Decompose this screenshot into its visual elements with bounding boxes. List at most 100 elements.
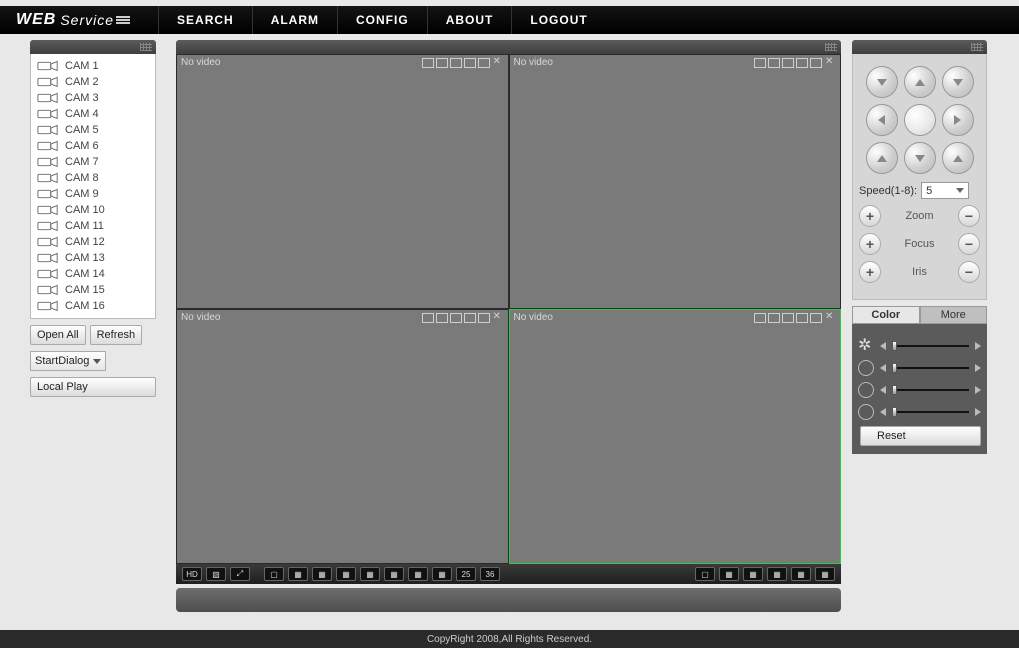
- toolbar-fullscreen-icon[interactable]: ⤢: [230, 567, 250, 581]
- focus-in-button[interactable]: +: [859, 233, 881, 255]
- video-tile-active[interactable]: No video: [509, 309, 842, 564]
- layout-4-icon[interactable]: ▦: [288, 567, 308, 581]
- toolbar-quality-icon[interactable]: ▧: [206, 567, 226, 581]
- ptz-right-button[interactable]: [942, 104, 974, 136]
- camera-item[interactable]: CAM 2: [31, 74, 155, 90]
- tile-control-icon[interactable]: [768, 313, 780, 323]
- close-tile-icon[interactable]: [492, 313, 504, 323]
- tile-control-icon[interactable]: [782, 313, 794, 323]
- video-tile[interactable]: No video: [509, 54, 842, 309]
- tile-control-icon[interactable]: [478, 58, 490, 68]
- speed-select[interactable]: 5: [921, 182, 969, 199]
- saturation-slider[interactable]: [892, 389, 969, 391]
- slider-thumb[interactable]: [892, 341, 897, 351]
- tab-color[interactable]: Color: [852, 306, 920, 324]
- increase-button[interactable]: [975, 342, 981, 350]
- camera-item[interactable]: CAM 9: [31, 186, 155, 202]
- layout-8-icon[interactable]: ▦: [336, 567, 356, 581]
- contrast-slider[interactable]: [892, 367, 969, 369]
- increase-button[interactable]: [975, 386, 981, 394]
- decrease-button[interactable]: [880, 386, 886, 394]
- iris-close-button[interactable]: −: [958, 261, 980, 283]
- nav-alarm[interactable]: ALARM: [252, 6, 337, 34]
- close-tile-icon[interactable]: [492, 58, 504, 68]
- tile-control-icon[interactable]: [450, 313, 462, 323]
- camera-item[interactable]: CAM 16: [31, 298, 155, 314]
- slider-thumb[interactable]: [892, 407, 897, 417]
- tile-control-icon[interactable]: [782, 58, 794, 68]
- refresh-button[interactable]: Refresh: [90, 325, 143, 345]
- decrease-button[interactable]: [880, 364, 886, 372]
- camera-item[interactable]: CAM 7: [31, 154, 155, 170]
- tile-control-icon[interactable]: [810, 313, 822, 323]
- camera-item[interactable]: CAM 6: [31, 138, 155, 154]
- tile-control-icon[interactable]: [436, 58, 448, 68]
- increase-button[interactable]: [975, 408, 981, 416]
- local-play-button[interactable]: Local Play: [30, 377, 156, 397]
- camera-item[interactable]: CAM 3: [31, 90, 155, 106]
- ptz-down-right-button[interactable]: [942, 142, 974, 174]
- toolbar-right-icon[interactable]: ▦: [791, 567, 811, 581]
- layout-1-icon[interactable]: ▢: [264, 567, 284, 581]
- iris-open-button[interactable]: +: [859, 261, 881, 283]
- layout-20-icon[interactable]: ▦: [432, 567, 452, 581]
- layout-13-icon[interactable]: ▦: [384, 567, 404, 581]
- zoom-out-button[interactable]: −: [958, 205, 980, 227]
- camera-item[interactable]: CAM 11: [31, 218, 155, 234]
- tile-control-icon[interactable]: [450, 58, 462, 68]
- tile-control-icon[interactable]: [796, 58, 808, 68]
- camera-item[interactable]: CAM 10: [31, 202, 155, 218]
- tile-control-icon[interactable]: [464, 58, 476, 68]
- ptz-left-button[interactable]: [866, 104, 898, 136]
- tile-control-icon[interactable]: [796, 313, 808, 323]
- toolbar-right-icon[interactable]: ▦: [767, 567, 787, 581]
- camera-item[interactable]: CAM 12: [31, 234, 155, 250]
- tile-control-icon[interactable]: [810, 58, 822, 68]
- tile-control-icon[interactable]: [464, 313, 476, 323]
- hue-slider[interactable]: [892, 411, 969, 413]
- close-tile-icon[interactable]: [824, 313, 836, 323]
- increase-button[interactable]: [975, 364, 981, 372]
- reset-button[interactable]: Reset: [860, 426, 981, 446]
- tile-control-icon[interactable]: [422, 58, 434, 68]
- layout-25-button[interactable]: 25: [456, 567, 476, 581]
- toolbar-right-icon[interactable]: ▦: [719, 567, 739, 581]
- tile-control-icon[interactable]: [768, 58, 780, 68]
- camera-item[interactable]: CAM 1: [31, 58, 155, 74]
- camera-item[interactable]: CAM 15: [31, 282, 155, 298]
- zoom-in-button[interactable]: +: [859, 205, 881, 227]
- toolbar-right-icon[interactable]: ▦: [815, 567, 835, 581]
- video-tile[interactable]: No video: [176, 54, 509, 309]
- nav-search[interactable]: SEARCH: [158, 6, 252, 34]
- slider-thumb[interactable]: [892, 385, 897, 395]
- decrease-button[interactable]: [880, 408, 886, 416]
- camera-item[interactable]: CAM 5: [31, 122, 155, 138]
- brightness-slider[interactable]: [892, 345, 969, 347]
- tile-control-icon[interactable]: [754, 313, 766, 323]
- ptz-center-button[interactable]: [904, 104, 936, 136]
- tab-more[interactable]: More: [920, 306, 988, 324]
- toolbar-right-icon[interactable]: ▢: [695, 567, 715, 581]
- start-dialog-select[interactable]: StartDialog: [30, 351, 106, 371]
- nav-about[interactable]: ABOUT: [427, 6, 512, 34]
- ptz-up-right-button[interactable]: [942, 66, 974, 98]
- slider-thumb[interactable]: [892, 363, 897, 373]
- layout-6-icon[interactable]: ▦: [312, 567, 332, 581]
- open-all-button[interactable]: Open All: [30, 325, 86, 345]
- video-tile[interactable]: No video: [176, 309, 509, 564]
- camera-item[interactable]: CAM 13: [31, 250, 155, 266]
- toolbar-right-icon[interactable]: ▦: [743, 567, 763, 581]
- ptz-down-left-button[interactable]: [866, 142, 898, 174]
- tile-control-icon[interactable]: [422, 313, 434, 323]
- camera-item[interactable]: CAM 4: [31, 106, 155, 122]
- ptz-down-button[interactable]: [904, 142, 936, 174]
- focus-out-button[interactable]: −: [958, 233, 980, 255]
- toolbar-hd-icon[interactable]: HD: [182, 567, 202, 581]
- camera-item[interactable]: CAM 14: [31, 266, 155, 282]
- layout-16-icon[interactable]: ▦: [408, 567, 428, 581]
- ptz-up-button[interactable]: [904, 66, 936, 98]
- tile-control-icon[interactable]: [436, 313, 448, 323]
- decrease-button[interactable]: [880, 342, 886, 350]
- close-tile-icon[interactable]: [824, 58, 836, 68]
- tile-control-icon[interactable]: [478, 313, 490, 323]
